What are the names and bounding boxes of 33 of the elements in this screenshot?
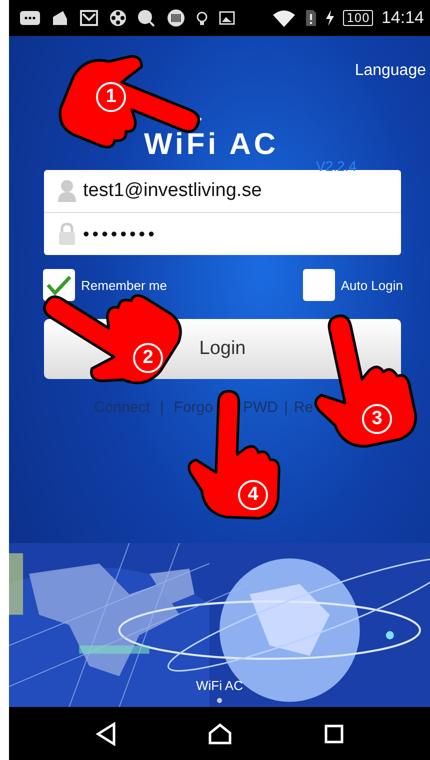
film-reel-icon <box>109 9 127 27</box>
light-bulb-icon <box>195 9 209 27</box>
image-stack-icon <box>51 9 69 27</box>
charging-icon <box>324 10 335 26</box>
mail-icon <box>79 9 99 27</box>
message-icon <box>19 9 41 27</box>
checkbox[interactable] <box>302 269 335 301</box>
sim-card-icon <box>304 9 317 27</box>
page-indicator-dot <box>217 698 222 703</box>
battery-level: 100 <box>342 10 374 26</box>
checkbox[interactable] <box>43 269 75 301</box>
magnifier-icon <box>137 9 157 27</box>
home-icon[interactable] <box>208 722 232 744</box>
user-icon <box>57 179 77 203</box>
recent-apps-icon[interactable] <box>324 724 344 744</box>
step-number: 2 <box>133 343 163 373</box>
separator: | <box>284 399 288 416</box>
back-icon[interactable] <box>94 722 117 746</box>
image-icon <box>219 9 235 27</box>
step-number: 3 <box>362 404 392 434</box>
wifi-icon <box>270 8 297 28</box>
checkbox-label: Auto Login <box>340 278 403 292</box>
separator: | <box>160 399 164 416</box>
checkbox-label: Remember me <box>81 278 167 292</box>
language-link[interactable]: Language <box>354 62 426 80</box>
lock-icon <box>57 222 77 246</box>
app-title: WiFi AC <box>144 128 279 162</box>
barcode-icon <box>167 9 185 27</box>
step-number: 4 <box>238 480 268 510</box>
banner-caption: WiFi AC <box>196 678 243 693</box>
step-number: 1 <box>96 82 126 112</box>
password-field[interactable]: •••••••• <box>44 212 401 255</box>
clock-time: 14:14 <box>381 8 424 28</box>
